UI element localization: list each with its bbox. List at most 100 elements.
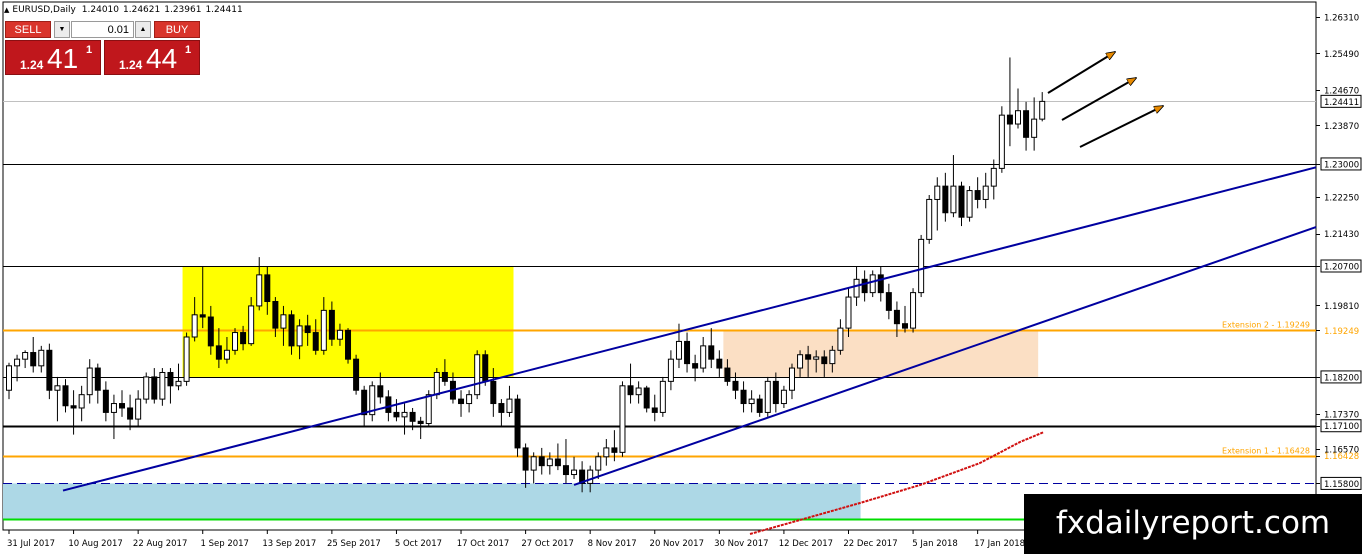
candle-body [845, 296, 852, 329]
candle-87 [708, 328, 715, 369]
candle-body [336, 329, 343, 340]
candle-body [1031, 118, 1038, 138]
sell-price-fraction: 1 [86, 44, 93, 56]
candle-body [926, 198, 933, 240]
blue-range-zone [3, 483, 861, 519]
candle-body [490, 380, 497, 405]
candle-body [159, 371, 166, 400]
candle-96 [780, 385, 787, 408]
candle-body [46, 349, 53, 391]
price-chart[interactable]: Extension 2 - 1.19249 Extension 1 - 1.164… [0, 0, 1362, 554]
level-label-5: Extension 1 - 1.16428 [1222, 447, 1310, 456]
sell-button[interactable]: SELL [5, 21, 51, 38]
candle-48 [393, 399, 400, 422]
candle-body [522, 447, 529, 471]
price-label-8: 1.19810 [1324, 302, 1359, 312]
sell-price-box[interactable]: 1.24 41 1 [5, 40, 101, 75]
candle-97 [788, 363, 795, 400]
candle-body [482, 354, 489, 382]
candle-body [30, 352, 37, 367]
time-label-4: 13 Sep 2017 [262, 539, 316, 549]
candle-106 [861, 270, 868, 302]
candle-body [514, 398, 521, 449]
price-label-4: 1.23000 [1324, 160, 1359, 170]
candle-body [466, 394, 473, 405]
candle-body [6, 365, 12, 391]
candle-17 [143, 372, 150, 404]
candle-118 [958, 181, 965, 227]
price-axis: 1.263101.254901.246701.238701.230001.222… [1316, 0, 1362, 554]
candle-body [135, 398, 142, 420]
candle-body [869, 274, 876, 294]
candle-body [199, 314, 206, 318]
candle-body [256, 274, 263, 307]
candle-64 [522, 443, 529, 488]
ohlc-values: 1.24010 1.24621 1.23961 1.24411 [82, 5, 247, 15]
candle-body [966, 190, 973, 218]
candle-4 [38, 345, 45, 373]
price-label-1: 1.25490 [1324, 50, 1359, 60]
candle-6 [54, 376, 61, 422]
time-label-9: 8 Nov 2017 [588, 539, 637, 549]
candle-body [288, 314, 295, 347]
candle-80 [651, 394, 658, 422]
price-label-14: 1.16428 [1324, 452, 1359, 462]
candle-body [829, 349, 836, 365]
candle-62 [506, 385, 513, 417]
lot-size-input[interactable] [71, 21, 134, 38]
candle-63 [514, 394, 521, 457]
candle-127 [1031, 97, 1038, 151]
candle-0 [6, 362, 12, 400]
collapse-triangle-icon[interactable]: ▲ [4, 6, 9, 14]
buy-button[interactable]: BUY [154, 21, 200, 38]
candle-body [982, 185, 989, 200]
time-label-8: 27 Oct 2017 [521, 539, 574, 549]
peach-range-zone [723, 330, 1039, 377]
candle-7 [62, 379, 69, 413]
time-label-0: 31 Jul 2017 [7, 539, 55, 549]
candle-16 [135, 390, 142, 426]
lot-dropdown-icon[interactable]: ▼ [54, 21, 70, 38]
watermark-logo: fxdailyreport.com [1024, 494, 1362, 554]
price-label-6: 1.21430 [1324, 230, 1359, 240]
time-label-2: 22 Aug 2017 [133, 539, 187, 549]
candle-81 [659, 376, 666, 417]
candle-body [772, 380, 779, 405]
candle-body [191, 314, 198, 338]
level-label-4: Extension 2 - 1.19249 [1222, 321, 1310, 330]
candle-body [248, 305, 255, 345]
candle-body [797, 354, 804, 369]
candle-body [853, 278, 860, 298]
candle-body [102, 389, 109, 413]
candle-body [861, 278, 868, 294]
time-label-10: 20 Nov 2017 [650, 539, 704, 549]
candle-body [974, 190, 981, 200]
candle-79 [643, 385, 650, 413]
buy-price-prefix: 1.24 [119, 58, 143, 72]
candle-body [877, 274, 884, 294]
candle-body [724, 367, 731, 382]
candle-111 [901, 305, 908, 333]
buy-price-box[interactable]: 1.24 44 1 [104, 40, 200, 75]
time-label-12: 12 Dec 2017 [779, 539, 833, 549]
time-label-3: 1 Sep 2017 [200, 539, 248, 549]
candle-body [619, 385, 626, 453]
candle-113 [918, 234, 925, 298]
candle-body [320, 309, 327, 351]
lot-spin-up-icon[interactable]: ▲ [135, 21, 151, 38]
candle-body [409, 411, 416, 422]
candle-91 [740, 381, 747, 413]
price-label-3: 1.23870 [1324, 122, 1359, 132]
candle-119 [966, 186, 973, 222]
candle-14 [119, 390, 126, 417]
candle-93 [756, 394, 763, 417]
time-label-14: 5 Jan 2018 [912, 539, 958, 549]
candle-84 [684, 332, 691, 373]
candle-body [958, 185, 965, 218]
candle-109 [885, 283, 892, 320]
candle-body [837, 327, 844, 351]
candle-body [86, 367, 93, 396]
close-value: 1.24411 [205, 5, 243, 15]
candle-body [667, 358, 674, 382]
candle-body [780, 389, 787, 405]
